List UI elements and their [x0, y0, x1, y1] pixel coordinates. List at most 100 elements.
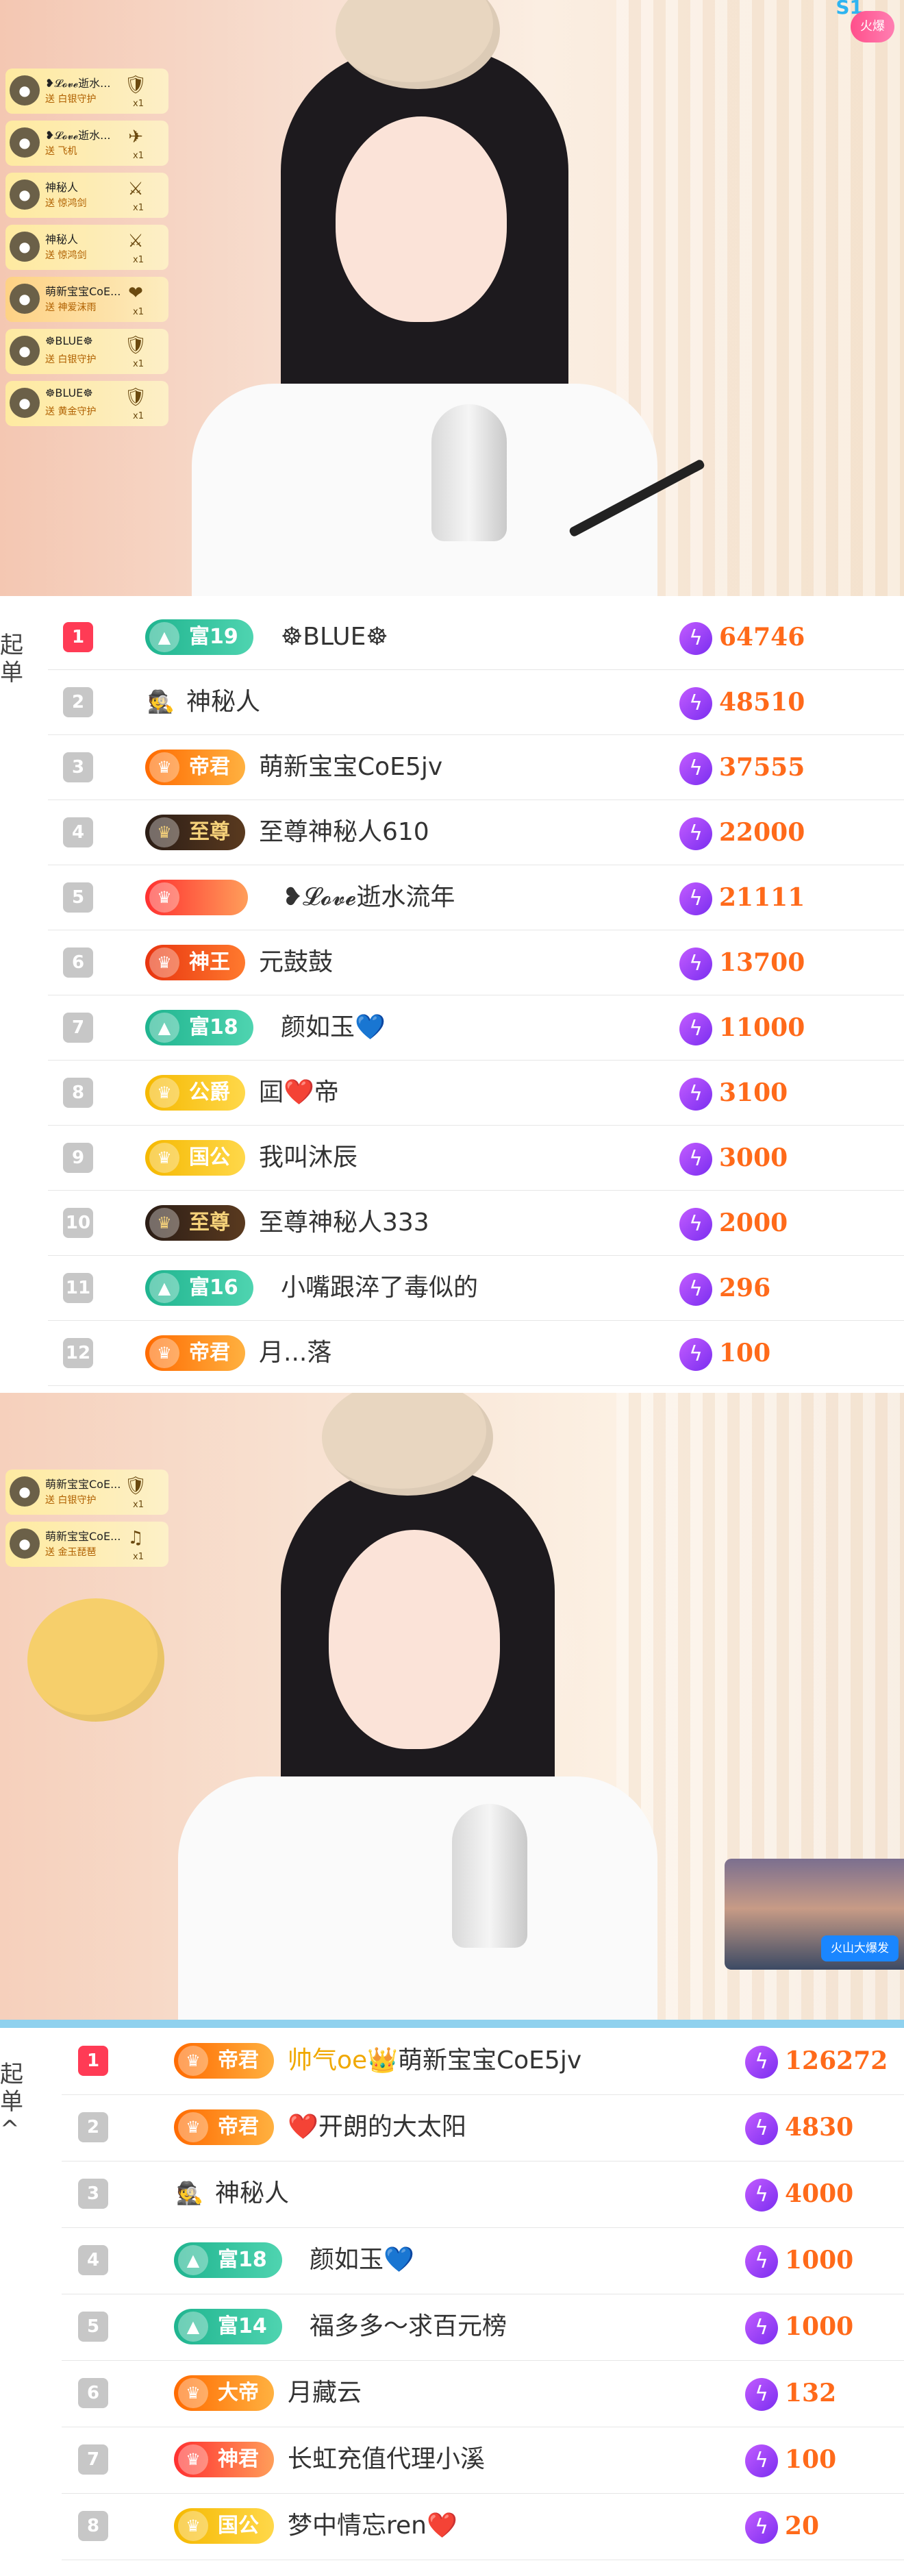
- ranking-row[interactable]: 3 ♛ 帝君 萌新宝宝CoE5jv ϟ 37555: [48, 734, 904, 800]
- rank-number: 7: [63, 1013, 93, 1043]
- ranking-row[interactable]: 2 ♛ 帝君 ❤️开朗的大太阳 ϟ 4830: [62, 2094, 904, 2162]
- gift-notifications: ● 萌新宝宝CoE... 送 白银守护 🛡 x1 ● 萌新宝宝CoE... 送 金玉琵琶 ♫ x1: [5, 1470, 168, 1574]
- ranking-row[interactable]: 9 ♛ 国公 我叫沐辰 ϟ 3000: [48, 1125, 904, 1191]
- ranking-row[interactable]: 10 ♛ 至尊 至尊神秘人333 ϟ 2000: [48, 1190, 904, 1256]
- shield-icon: 🛡: [124, 335, 147, 356]
- user-avatar-icon: ●: [10, 284, 40, 314]
- bottom-live-stream[interactable]: ● 萌新宝宝CoE... 送 白银守护 🛡 x1 ● 萌新宝宝CoE... 送 金玉琵琶 ♫ x1…: [0, 1393, 904, 2028]
- level-emblem-icon: ♛: [178, 2112, 208, 2142]
- ranking-row[interactable]: 5 ▲ 富14 福多多～求百元榜 ϟ 1000: [62, 2294, 904, 2361]
- ranking-row[interactable]: 7 ▲ 富18 颜如玉💙 ϟ 11000: [48, 995, 904, 1061]
- rank-number: 10: [63, 1208, 93, 1238]
- gift-notification: ● 萌新宝宝CoE... 送 金玉琵琶 ♫ x1: [5, 1522, 168, 1567]
- rank-number: 5: [63, 882, 93, 913]
- pipa-icon: ♫: [127, 1528, 144, 1548]
- user-name[interactable]: 月藏云: [288, 2377, 362, 2410]
- level-label: 至尊: [189, 1211, 230, 1235]
- user-name-text: 颜如玉💙: [310, 2246, 414, 2274]
- ranking-row[interactable]: 7 ♛ 神君 长虹充值代理小溪 ϟ 100: [62, 2427, 904, 2494]
- user-name[interactable]: 我叫沐辰: [259, 1141, 357, 1174]
- user-name-text: 萌新宝宝CoE5jv: [398, 2046, 582, 2075]
- user-name[interactable]: 至尊神秘人333: [259, 1206, 429, 1239]
- rank-number: 1: [63, 622, 93, 652]
- user-name[interactable]: 梦中情忘ren❤️: [288, 2510, 457, 2542]
- ranking-row[interactable]: 3 🕵 神秘人 ϟ 4000: [62, 2161, 904, 2228]
- user-name[interactable]: 囸❤️帝: [259, 1076, 339, 1109]
- gift-description: 送 白银守护: [45, 1495, 97, 1506]
- user-name[interactable]: 至尊神秘人610: [259, 816, 429, 849]
- pip-badge[interactable]: 火山大爆发: [821, 1935, 899, 1961]
- contribution-score: 13700: [719, 948, 805, 977]
- ranking-row[interactable]: 6 ♛ 大帝 月藏云 ϟ 132: [62, 2360, 904, 2427]
- user-name[interactable]: 月...落: [259, 1337, 331, 1370]
- ranking-row[interactable]: 1 ▲ 富19 ☸BLUE☸ ϟ 64746: [48, 604, 904, 670]
- lightning-icon: ϟ: [679, 622, 712, 655]
- ranking-row[interactable]: 6 ♛ 神王 元鼓鼓 ϟ 13700: [48, 930, 904, 995]
- ranking-row[interactable]: 4 ♛ 至尊 至尊神秘人610 ϟ 22000: [48, 800, 904, 865]
- user-name-text: 至尊神秘人610: [259, 818, 429, 846]
- level-emblem-icon: ♛: [149, 948, 179, 978]
- ranking-row[interactable]: 12 ♛ 帝君 月...落 ϟ 100: [48, 1320, 904, 1386]
- lightning-icon: ϟ: [679, 1208, 712, 1241]
- lightning-icon: ϟ: [745, 2046, 778, 2079]
- user-avatar-icon: ●: [10, 1528, 40, 1559]
- lightning-icon: ϟ: [679, 948, 712, 980]
- gift-count: x1: [133, 1500, 144, 1510]
- rank-number: 12: [63, 1338, 93, 1368]
- streamer-figure: [178, 0, 706, 596]
- ranking-row[interactable]: 11 ▲ 富16 小嘴跟淬了毒似的 ϟ 296: [48, 1255, 904, 1321]
- ranking-row[interactable]: 8 ♛ 国公 梦中情忘ren❤️ ϟ 20: [62, 2493, 904, 2560]
- rank-number: 3: [78, 2179, 108, 2209]
- gift-notification: ● 萌新宝宝CoE... 送 白银守护 🛡 x1: [5, 1470, 168, 1515]
- user-name[interactable]: ❤️开朗的大太阳: [288, 2111, 466, 2144]
- rank-number: 6: [63, 948, 93, 978]
- user-name-text: 萌新宝宝CoE5jv: [259, 753, 443, 781]
- ranking-list-2: 起单 ^ 1 ♛ 帝君 帅气oe👑萌新宝宝CoE5jv ϟ 126272 2 ♛ 帝君 ❤️开朗的大…: [0, 2028, 904, 2576]
- rank-number: 4: [63, 817, 93, 847]
- level-badge: ▲ 富18: [145, 1010, 253, 1045]
- user-name[interactable]: 神秘人: [186, 686, 260, 719]
- user-name[interactable]: ☸BLUE☸: [281, 621, 388, 654]
- ranking-row[interactable]: 2 🕵 神秘人 ϟ 48510: [48, 669, 904, 735]
- user-name[interactable]: 小嘴跟淬了毒似的: [281, 1272, 478, 1304]
- user-name[interactable]: 颜如玉💙: [310, 2244, 414, 2277]
- user-name[interactable]: 神秘人: [215, 2177, 289, 2210]
- level-badge: ♛ 大帝: [174, 2375, 274, 2411]
- level-label: 富16: [189, 1276, 238, 1300]
- ranking-row[interactable]: 1 ♛ 帝君 帅气oe👑萌新宝宝CoE5jv ϟ 126272: [62, 2028, 904, 2095]
- gift-description: 送 白银守护: [45, 94, 97, 105]
- lightning-icon: ϟ: [679, 1338, 712, 1371]
- level-badge: ♛ 帝君: [174, 2043, 274, 2079]
- rank-number: 9: [63, 1143, 93, 1173]
- user-name[interactable]: 长虹充值代理小溪: [288, 2443, 485, 2476]
- shield-icon: 🛡: [124, 75, 147, 95]
- contribution-score: 48510: [719, 688, 805, 717]
- heart-gift-icon: ❤: [128, 283, 143, 304]
- gift-description: 送 神爱沫雨: [45, 302, 97, 313]
- user-name[interactable]: ❥𝓛𝓸𝓿𝓮逝水流年: [282, 881, 455, 914]
- level-badge: ♛ 帝君: [145, 1335, 245, 1371]
- ranking-row[interactable]: 8 ♛ 公爵 囸❤️帝 ϟ 3100: [48, 1060, 904, 1126]
- ranking-row[interactable]: 4 ▲ 富18 颜如玉💙 ϟ 1000: [62, 2227, 904, 2294]
- picture-in-picture-video[interactable]: 火山大爆发: [725, 1859, 904, 1970]
- rank-number: 8: [78, 2511, 108, 2541]
- user-name-text: ☸BLUE☸: [281, 623, 388, 651]
- level-badge: ♛ 至尊: [145, 815, 245, 850]
- user-name-text: 神秘人: [215, 2179, 290, 2207]
- ranking-row[interactable]: 5 ♛ ❥𝓛𝓸𝓿𝓮逝水流年 ϟ 21111: [48, 865, 904, 930]
- lightning-icon: ϟ: [679, 882, 712, 915]
- gold-shield-icon: 🛡: [124, 387, 147, 408]
- user-name[interactable]: 颜如玉💙: [281, 1011, 386, 1044]
- rank-number: 4: [78, 2245, 108, 2275]
- contribution-score: 64746: [719, 623, 805, 652]
- user-name[interactable]: 福多多～求百元榜: [310, 2310, 507, 2343]
- lightning-icon: ϟ: [745, 2112, 778, 2145]
- level-badge: ♛ 国公: [174, 2508, 274, 2544]
- user-name[interactable]: 萌新宝宝CoE5jv: [259, 751, 442, 784]
- level-badge: ♛ 公爵: [145, 1075, 245, 1111]
- top-live-stream[interactable]: S1 火爆 ● ❥𝓛𝓸𝓿𝓮逝水... 送 白银守护 🛡 x1 ● ❥𝓛𝓸𝓿𝓮逝水... 送 飞…: [0, 0, 904, 596]
- user-name[interactable]: 帅气oe👑萌新宝宝CoE5jv: [288, 2044, 581, 2077]
- contribution-score: 100: [785, 2445, 837, 2474]
- user-name[interactable]: 元鼓鼓: [259, 946, 333, 979]
- lightning-icon: ϟ: [679, 1013, 712, 1045]
